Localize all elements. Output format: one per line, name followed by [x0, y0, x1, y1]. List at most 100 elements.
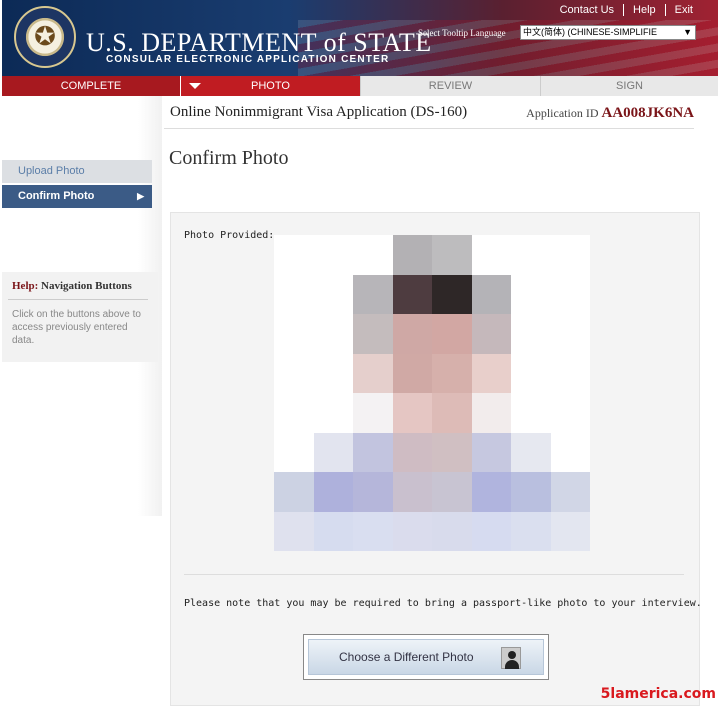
photo-mosaic-cell	[274, 353, 314, 393]
application-title: Online Nonimmigrant Visa Application (DS…	[170, 104, 468, 120]
photo-mosaic-cell	[313, 472, 353, 512]
photo-mosaic-cell	[550, 353, 590, 393]
photo-mosaic-cell	[392, 393, 432, 433]
photo-mosaic-cell	[471, 235, 511, 275]
photo-mosaic-cell	[511, 353, 551, 393]
photo-mosaic-cell	[511, 393, 551, 433]
photo-mosaic-cell	[392, 274, 432, 314]
photo-mosaic-cell	[392, 472, 432, 512]
help-title-prefix: Help:	[12, 280, 39, 292]
exit-link[interactable]: Exit	[664, 4, 702, 16]
photo-mosaic-cell	[511, 472, 551, 512]
photo-mosaic-cell	[353, 472, 393, 512]
tooltip-language-select[interactable]: 中文(简体) (CHINESE-SIMPLIFIE ▼	[520, 25, 696, 40]
top-links: Contact Us Help Exit	[551, 4, 702, 16]
progress-tabs: COMPLETE PHOTO REVIEW SIGN	[2, 76, 718, 96]
photo-mosaic-cell	[511, 235, 551, 275]
site-subtitle: CONSULAR ELECTRONIC APPLICATION CENTER	[106, 54, 390, 65]
tooltip-language-label: Select Tooltip Language	[418, 28, 506, 38]
help-title-text: Navigation Buttons	[41, 280, 132, 292]
photo-mosaic-cell	[471, 314, 511, 354]
passport-photo-note: Please note that you may be required to …	[184, 598, 702, 609]
person-photo-icon	[501, 647, 521, 669]
photo-mosaic-cell	[353, 274, 393, 314]
photo-mosaic-cell	[313, 511, 353, 551]
photo-mosaic-cell	[432, 432, 472, 472]
divider	[164, 128, 694, 129]
photo-mosaic-cell	[274, 314, 314, 354]
divider	[8, 299, 148, 300]
choose-photo-button-frame: Choose a Different Photo	[303, 634, 549, 680]
photo-mosaic-cell	[432, 472, 472, 512]
contact-us-link[interactable]: Contact Us	[551, 4, 623, 16]
photo-mosaic-cell	[353, 511, 393, 551]
photo-mosaic-cell	[511, 314, 551, 354]
photo-mosaic-cell	[353, 235, 393, 275]
application-id: Application ID AA008JK6NA	[526, 105, 694, 122]
choose-different-photo-button[interactable]: Choose a Different Photo	[308, 639, 544, 675]
photo-mosaic-cell	[471, 472, 511, 512]
photo-mosaic-cell	[550, 432, 590, 472]
photo-mosaic-cell	[550, 511, 590, 551]
tab-photo-label: PHOTO	[251, 80, 290, 92]
choose-different-photo-label: Choose a Different Photo	[339, 650, 474, 664]
photo-mosaic-cell	[274, 274, 314, 314]
photo-mosaic-cell	[313, 235, 353, 275]
photo-mosaic-cell	[432, 274, 472, 314]
sidebar-item-upload-photo[interactable]: Upload Photo	[2, 160, 152, 183]
photo-mosaic-cell	[511, 274, 551, 314]
photo-mosaic-cell	[313, 432, 353, 472]
state-seal-icon: ✪	[14, 6, 76, 68]
photo-mosaic-cell	[353, 393, 393, 433]
photo-mosaic-cell	[550, 393, 590, 433]
photo-mosaic-cell	[353, 314, 393, 354]
sidebar-item-confirm-photo[interactable]: Confirm Photo ▶	[2, 185, 152, 208]
tab-photo[interactable]: PHOTO	[180, 76, 360, 96]
photo-mosaic-cell	[274, 393, 314, 433]
photo-mosaic-cell	[392, 235, 432, 275]
photo-mosaic-cell	[471, 432, 511, 472]
tab-sign: SIGN	[540, 76, 718, 96]
photo-mosaic-cell	[274, 472, 314, 512]
photo-mosaic-cell	[471, 393, 511, 433]
photo-mosaic-cell	[313, 314, 353, 354]
photo-mosaic-cell	[471, 511, 511, 551]
photo-mosaic-cell	[274, 235, 314, 275]
help-link[interactable]: Help	[623, 4, 665, 16]
photo-mosaic-cell	[471, 274, 511, 314]
photo-mosaic-cell	[432, 393, 472, 433]
tab-complete[interactable]: COMPLETE	[2, 76, 180, 96]
photo-mosaic-cell	[550, 274, 590, 314]
site-header: ✪ U.S. DEPARTMENT of STATE CONSULAR ELEC…	[2, 0, 718, 76]
tooltip-language-value: 中文(简体) (CHINESE-SIMPLIFIE	[523, 27, 658, 37]
photo-mosaic-cell	[432, 314, 472, 354]
divider	[184, 574, 684, 575]
photo-mosaic-cell	[511, 511, 551, 551]
applicant-photo-pixelated	[274, 235, 590, 551]
photo-mosaic-cell	[471, 353, 511, 393]
sidebar-item-label: Confirm Photo	[18, 190, 95, 202]
dropdown-arrow-icon: ▼	[683, 27, 692, 37]
photo-mosaic-cell	[392, 314, 432, 354]
application-id-value: AA008JK6NA	[601, 105, 695, 121]
help-text: Click on the buttons above to access pre…	[12, 309, 141, 346]
photo-mosaic-cell	[353, 432, 393, 472]
tab-review: REVIEW	[360, 76, 540, 96]
photo-provided-label: Photo Provided:	[184, 230, 275, 241]
photo-mosaic-cell	[353, 353, 393, 393]
photo-mosaic-cell	[274, 511, 314, 551]
photo-mosaic-cell	[550, 472, 590, 512]
current-step-arrow-icon	[189, 83, 201, 89]
photo-mosaic-cell	[313, 353, 353, 393]
photo-mosaic-cell	[432, 235, 472, 275]
photo-mosaic-cell	[550, 314, 590, 354]
photo-mosaic-cell	[392, 353, 432, 393]
photo-mosaic-cell	[432, 511, 472, 551]
photo-mosaic-cell	[313, 393, 353, 433]
help-title: Help: Navigation Buttons	[12, 280, 132, 292]
photo-mosaic-cell	[392, 511, 432, 551]
photo-mosaic-cell	[313, 274, 353, 314]
photo-mosaic-cell	[511, 432, 551, 472]
application-id-label: Application ID	[526, 106, 599, 120]
photo-mosaic-cell	[432, 353, 472, 393]
